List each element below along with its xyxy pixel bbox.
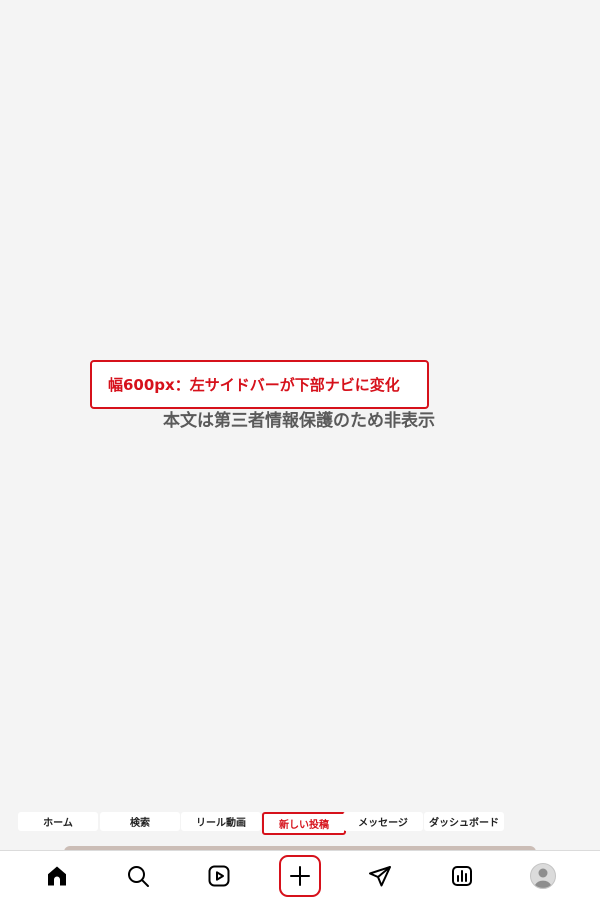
nav-label-search: 検索 [100,812,180,831]
nav-search-button[interactable] [117,855,159,897]
send-icon [369,866,391,887]
nav-messages-button[interactable] [359,855,401,897]
nav-reels-button[interactable] [198,855,240,897]
nav-home-button[interactable] [36,855,78,897]
search-icon [128,866,149,887]
avatar-icon [530,863,556,889]
nav-label-reels: リール動画 [181,812,261,831]
hidden-content-note: 本文は第三者情報保護のため非表示 [0,406,600,431]
nav-profile-button[interactable] [522,855,564,897]
nav-label-new-post: 新しい投稿 [262,812,346,835]
reels-icon [208,865,230,887]
home-icon [48,866,66,886]
nav-label-messages: メッセージ [343,812,423,831]
callout-text: 幅600px：左サイドバーが下部ナビに変化 [108,376,400,394]
nav-create-button[interactable] [279,855,321,897]
annotation-callout: 幅600px：左サイドバーが下部ナビに変化 [90,360,429,409]
plus-icon [290,866,310,886]
nav-dashboard-button[interactable] [441,855,483,897]
nav-label-row: ホーム 検索 リール動画 新しい投稿 メッセージ ダッシュボード [18,812,505,835]
nav-label-home: ホーム [18,812,98,831]
hidden-content-text: 本文は第三者情報保護のため非表示 [163,411,435,431]
nav-label-dashboard: ダッシュボード [424,812,504,831]
bottom-navigation [0,850,600,900]
chart-icon [452,866,472,886]
